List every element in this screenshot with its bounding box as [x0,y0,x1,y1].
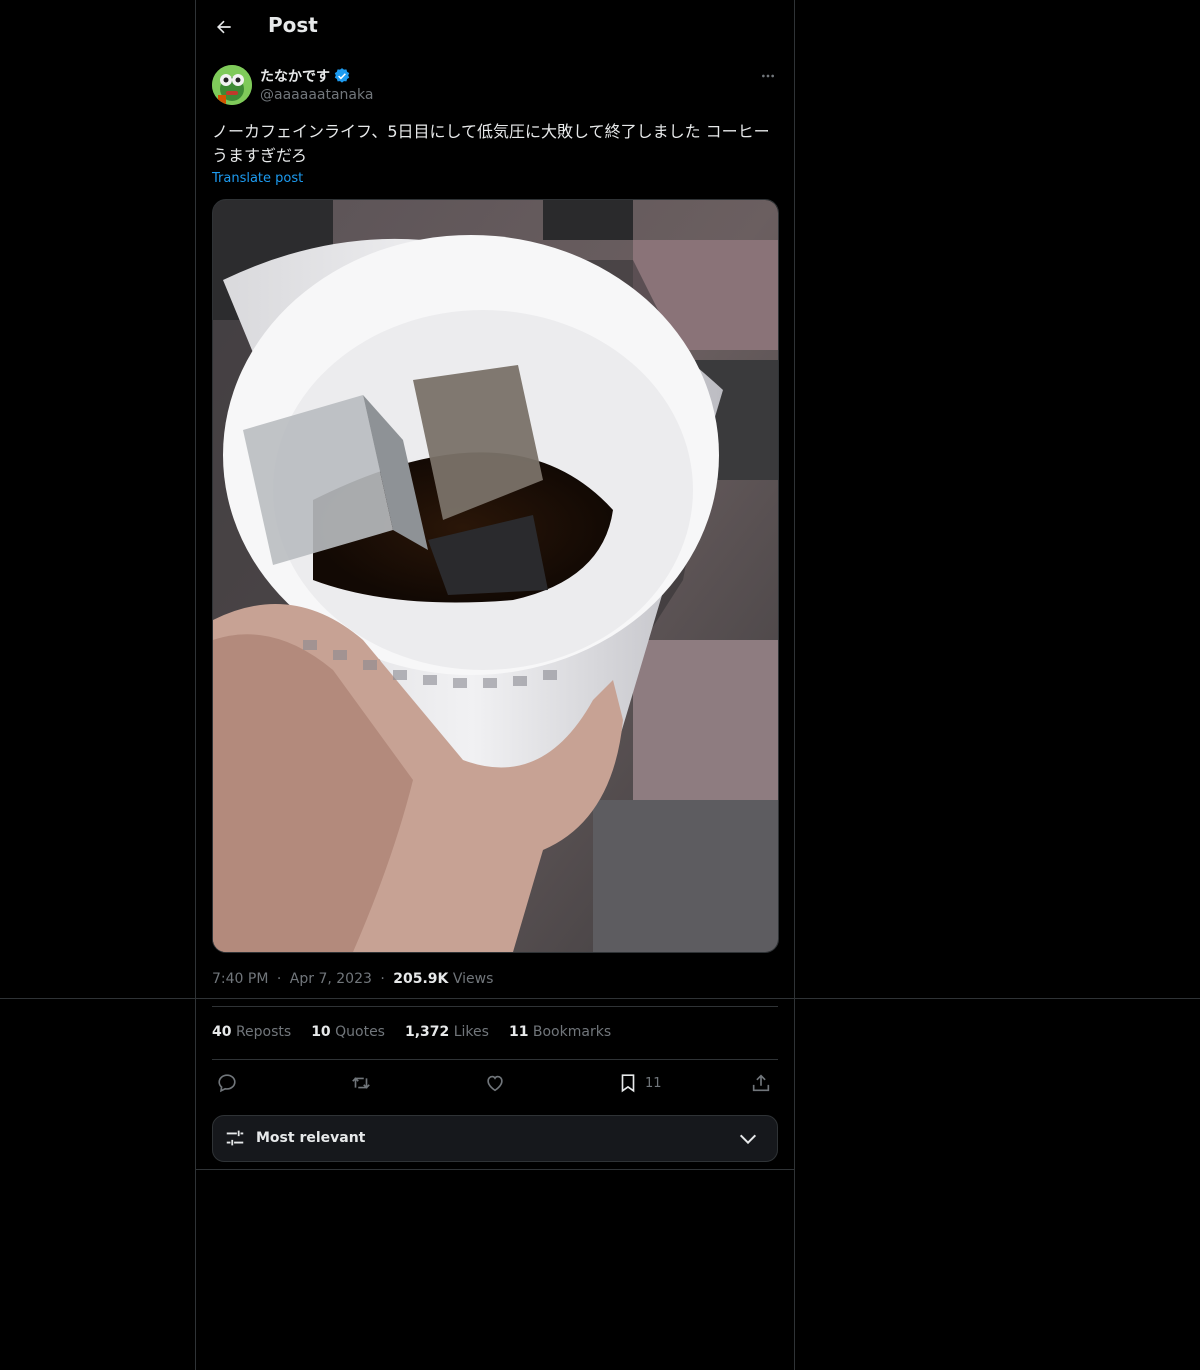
quotes-label: Quotes [335,1024,385,1040]
post-stats: 40 Reposts 10 Quotes 1,372 Likes 11 Book… [212,1024,611,1040]
post-column-lower: 40 Reposts 10 Quotes 1,372 Likes 11 Book… [196,0,794,1370]
share-icon [752,1074,770,1092]
like-button[interactable] [484,1070,506,1096]
share-button[interactable] [750,1070,772,1096]
repost-icon [352,1077,370,1089]
heart-icon [487,1075,503,1092]
reply-icon [218,1074,236,1093]
reply-button[interactable] [216,1070,238,1096]
sort-label: Most relevant [256,1130,366,1146]
quotes-count: 10 [311,1024,331,1040]
reposts-count: 40 [212,1024,232,1040]
bookmarks-count: 11 [508,1024,529,1040]
divider [212,1059,778,1060]
reposts-stat[interactable]: 40 Reposts [212,1024,291,1040]
divider [196,1169,794,1170]
bookmark-icon [621,1074,635,1093]
quotes-stat[interactable]: 10 Quotes [311,1024,385,1040]
likes-label: Likes [453,1024,489,1040]
repost-button[interactable] [350,1070,372,1096]
bookmark-count: 11 [645,1075,662,1091]
reposts-label: Reposts [235,1024,292,1040]
bookmark-button[interactable]: 11 [617,1070,662,1096]
likes-stat[interactable]: 1,372 Likes [405,1024,489,1040]
divider [212,1006,778,1007]
sort-replies-dropdown[interactable]: Most relevant [212,1115,778,1162]
bookmarks-label: Bookmarks [532,1024,612,1040]
chevron-down-icon [739,1134,757,1145]
likes-count: 1,372 [404,1024,450,1040]
post-actions: 11 [212,1070,778,1098]
sliders-icon [226,1130,244,1146]
bookmarks-stat[interactable]: 11 Bookmarks [509,1024,611,1040]
